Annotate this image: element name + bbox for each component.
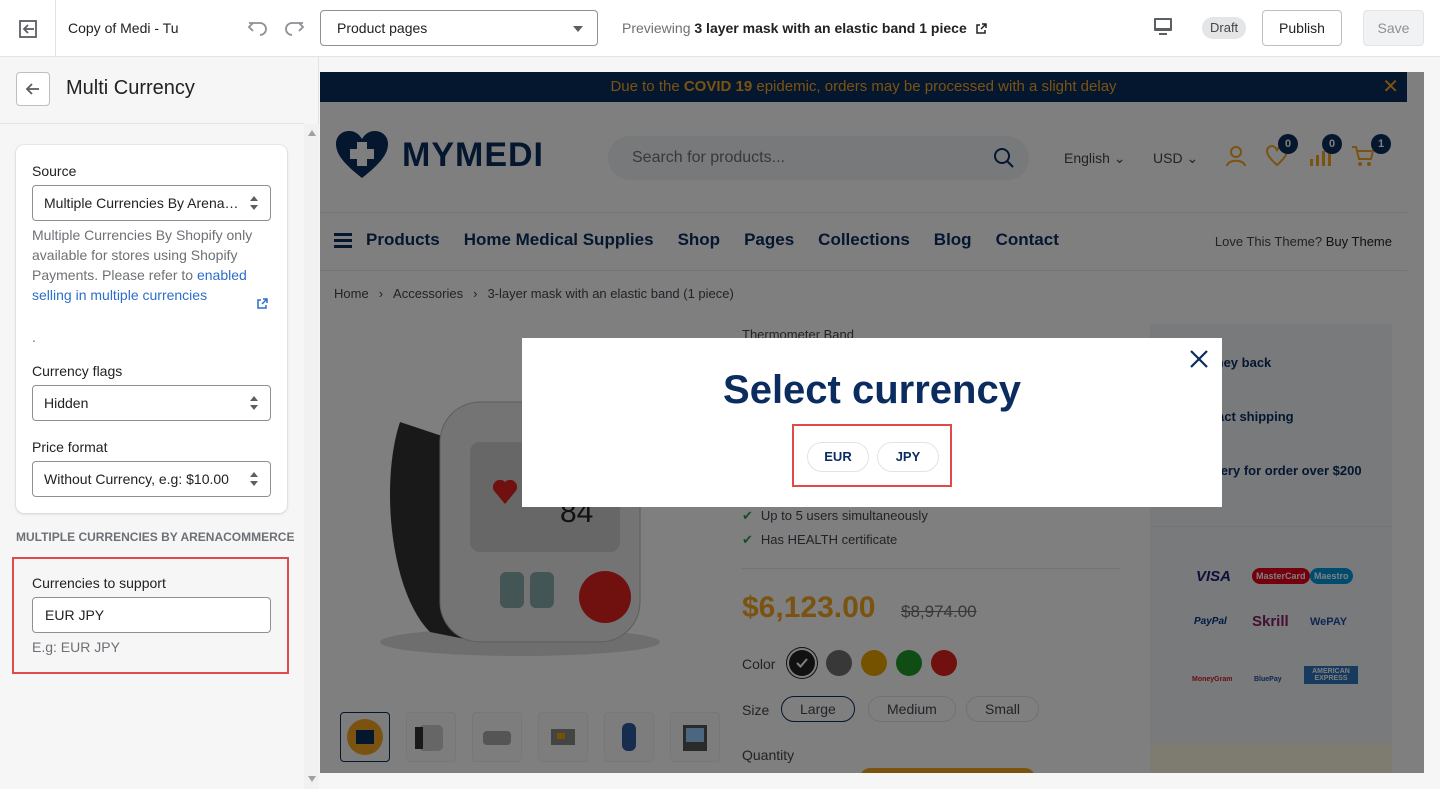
draft-badge: Draft <box>1202 17 1247 39</box>
preview-label: Previewing 3 layer mask with an elastic … <box>622 20 987 36</box>
redo-button[interactable] <box>280 14 308 42</box>
help-dot: . <box>32 329 36 345</box>
theme-name: Copy of Medi - Tu <box>68 20 179 36</box>
scroll-up-arrow-icon[interactable] <box>308 130 316 136</box>
source-help-text: Multiple Currencies By Shopify only avai… <box>32 225 262 305</box>
select-updown-icon <box>250 396 258 410</box>
currency-option-jpy[interactable]: JPY <box>877 442 939 472</box>
currency-option-eur[interactable]: EUR <box>807 442 869 472</box>
store-preview: Due to the COVID 19 epidemic, orders may… <box>320 72 1424 773</box>
editor-topbar: Copy of Medi - Tu Product pages Previewi… <box>0 0 1440 57</box>
exit-icon <box>18 19 37 38</box>
settings-card: Source Multiple Currencies By Arenac... … <box>16 145 287 513</box>
currency-flags-value: Hidden <box>44 395 89 411</box>
currency-flags-select[interactable]: Hidden <box>32 385 271 421</box>
redo-icon <box>285 22 305 36</box>
currencies-input[interactable]: EUR JPY <box>32 597 271 633</box>
preview-bottom-gutter <box>320 773 1424 789</box>
select-updown-icon <box>250 196 258 210</box>
price-format-value: Without Currency, e.g: $10.00 <box>44 471 229 487</box>
source-label: Source <box>32 163 77 179</box>
preview-scroll-gutter <box>1424 57 1440 789</box>
sidebar-scrollbar[interactable] <box>304 124 319 789</box>
external-link-icon[interactable] <box>256 298 268 310</box>
modal-title: Select currency <box>723 368 1021 412</box>
back-button[interactable] <box>16 72 50 106</box>
select-updown-icon <box>250 472 258 486</box>
preview-prefix: Previewing <box>622 20 691 36</box>
page-type-select[interactable]: Product pages <box>320 10 598 46</box>
price-format-label: Price format <box>32 439 108 455</box>
currencies-hint: E.g: EUR JPY <box>32 639 120 655</box>
source-value: Multiple Currencies By Arenac... <box>44 195 244 211</box>
scroll-down-arrow-icon[interactable] <box>308 776 316 782</box>
publish-button[interactable]: Publish <box>1262 10 1342 46</box>
section-heading: MULTIPLE CURRENCIES BY ARENACOMMERCE <box>16 530 295 544</box>
desktop-view-icon[interactable] <box>1151 16 1175 43</box>
currency-flags-label: Currency flags <box>32 363 123 379</box>
undo-icon <box>247 22 267 36</box>
sidebar-header: Multi Currency <box>0 57 304 124</box>
preview-product-name[interactable]: 3 layer mask with an elastic band 1 piec… <box>694 20 966 36</box>
save-button[interactable]: Save <box>1363 10 1424 46</box>
sidebar-title: Multi Currency <box>66 77 195 99</box>
source-select[interactable]: Multiple Currencies By Arenac... <box>32 185 271 221</box>
settings-sidebar: Multi Currency Source Multiple Currencie… <box>0 57 319 789</box>
page-type-value: Product pages <box>337 20 428 36</box>
currencies-label: Currencies to support <box>32 575 166 591</box>
undo-button[interactable] <box>244 14 272 42</box>
arrow-left-icon <box>25 83 39 95</box>
exit-editor-button[interactable] <box>0 0 56 57</box>
price-format-select[interactable]: Without Currency, e.g: $10.00 <box>32 461 271 497</box>
external-link-icon[interactable] <box>975 23 987 35</box>
close-icon[interactable] <box>1188 348 1210 370</box>
caret-down-icon <box>573 26 583 32</box>
select-currency-modal: Select currency EUR JPY <box>522 338 1222 507</box>
